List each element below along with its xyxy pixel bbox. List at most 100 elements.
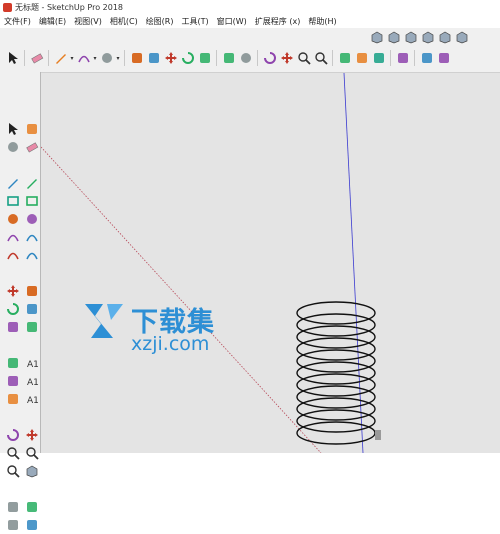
arc-icon [77,55,90,63]
arc-icon[interactable] [75,49,92,67]
text-icon: A1 [27,378,39,388]
look-around-icon[interactable] [23,498,40,516]
polygon-icon [26,214,37,224]
rotate-icon[interactable] [179,49,196,67]
push-pull-icon[interactable] [128,49,145,67]
left-view-icon[interactable] [453,28,470,46]
follow-me-icon [148,53,159,63]
coil-turn [296,349,376,373]
front-view-icon [405,31,416,44]
arc-icon[interactable] [4,228,21,246]
warehouse-icon[interactable] [336,49,353,67]
select-icon[interactable] [4,49,21,67]
two-point-arc-icon [25,234,38,242]
rotate-icon[interactable] [4,300,21,318]
component-icon[interactable] [353,49,370,67]
pan-icon[interactable] [278,49,295,67]
menu-file[interactable]: 文件(F) [0,16,35,27]
pencil-icon [55,54,66,64]
zoom-icon[interactable] [4,444,21,462]
menu-window[interactable]: 窗口(W) [213,16,251,27]
eraser-icon[interactable] [23,138,40,156]
follow-me-icon[interactable] [23,300,40,318]
tape-measure-icon[interactable] [4,354,21,372]
move-icon[interactable] [162,49,179,67]
toolbar-separator [124,50,125,66]
circle-icon[interactable] [4,210,21,228]
paint-bucket-icon[interactable] [4,138,21,156]
model-canvas[interactable] [41,73,500,453]
two-point-arc-icon[interactable] [23,228,40,246]
menu-camera[interactable]: 相机(C) [106,16,142,27]
offset-icon[interactable] [196,49,213,67]
ruby-icon [397,53,408,63]
section-plane-icon [421,53,432,63]
3d-text-icon[interactable]: A1 [23,390,40,408]
eraser-icon[interactable] [28,49,45,67]
coil-turn [296,409,376,433]
axes-icon[interactable] [4,390,21,408]
extension-icon [373,53,384,63]
dimension-icon[interactable]: A1 [23,354,40,372]
dropdown-caret-icon[interactable]: ▾ [115,49,121,67]
rotated-rectangle-icon[interactable] [23,192,40,210]
toolbar-separator [48,50,49,66]
menu-extensions[interactable]: 扩展程序 (x) [251,16,305,27]
text-icon[interactable]: A1 [23,372,40,390]
front-view-icon[interactable] [402,28,419,46]
extension-icon[interactable] [370,49,387,67]
line-icon [7,179,18,189]
move-icon[interactable] [4,282,21,300]
pan-icon[interactable] [23,426,40,444]
menu-tools[interactable]: 工具(T) [178,16,213,27]
section-display-icon[interactable] [435,49,452,67]
rectangle-icon[interactable] [4,192,21,210]
offset-icon[interactable] [23,318,40,336]
shape-icon[interactable] [98,49,115,67]
menu-view[interactable]: 视图(V) [70,16,106,27]
zoom-window-icon[interactable] [23,444,40,462]
back-view-icon[interactable] [436,28,453,46]
section-plane-icon[interactable] [418,49,435,67]
pencil-icon[interactable] [52,49,69,67]
section-plane-icon[interactable] [23,516,40,534]
orbit-icon[interactable] [261,49,278,67]
select-icon[interactable] [4,120,21,138]
tape-measure-icon[interactable] [220,49,237,67]
zoom-extents-icon[interactable] [312,49,329,67]
position-camera-icon[interactable] [4,498,21,516]
follow-me-icon[interactable] [145,49,162,67]
toolbar-separator [414,50,415,66]
protractor-icon[interactable] [4,372,21,390]
top-view-icon[interactable] [385,28,402,46]
large-tool-set: A1 A1 A1 [0,72,41,530]
polygon-icon[interactable] [23,210,40,228]
svg-text:A1: A1 [27,360,39,370]
iso-view-icon[interactable] [368,28,385,46]
walk-icon[interactable] [4,516,21,534]
menu-edit[interactable]: 编辑(E) [35,16,70,27]
component-icon[interactable] [23,120,40,138]
previous-view-icon[interactable] [23,462,40,480]
menu-draw[interactable]: 绘图(R) [142,16,178,27]
paint-bucket-icon[interactable] [237,49,254,67]
toolbar-separator [24,50,25,66]
zoom-extents-icon[interactable] [4,462,21,480]
coil-turn [296,397,376,421]
right-view-icon[interactable] [419,28,436,46]
push-pull-icon[interactable] [23,282,40,300]
protractor-icon [7,376,18,386]
orbit-icon[interactable] [4,426,21,444]
line-icon[interactable] [4,174,21,192]
ruby-icon[interactable] [394,49,411,67]
svg-text:A1: A1 [27,378,39,388]
look-around-icon [26,502,37,512]
three-point-arc-icon[interactable] [4,246,21,264]
zoom-icon[interactable] [295,49,312,67]
pie-icon[interactable] [23,246,40,264]
freehand-icon[interactable] [23,174,40,192]
scale-icon[interactable] [4,318,21,336]
menu-help[interactable]: 帮助(H) [304,16,340,27]
top-toolbar: ▾ ▾ ▾ [0,28,500,73]
drawing-viewport[interactable]: 下载集 xzji.com [41,73,500,453]
